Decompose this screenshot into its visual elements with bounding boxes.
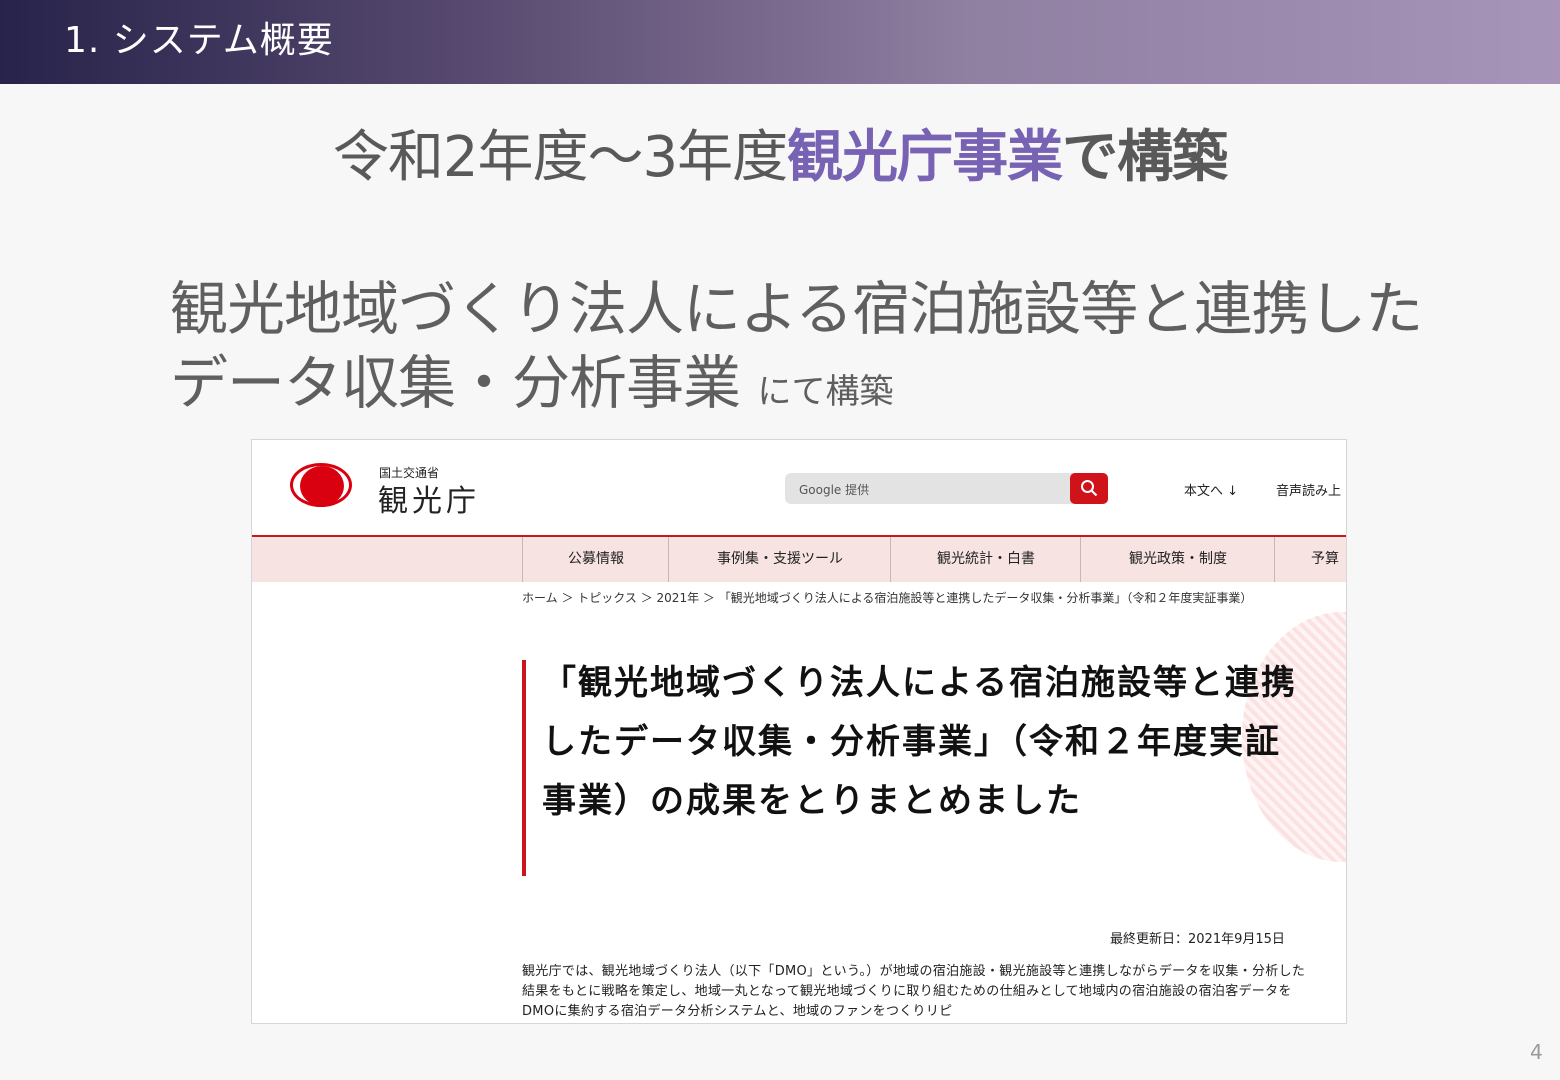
slide-subtitle: 観光地域づくり法人による宿泊施設等と連携した データ収集・分析事業 にて構築 bbox=[170, 272, 1470, 429]
subtitle-small: にて構築 bbox=[757, 372, 894, 412]
agency-name[interactable]: 観光庁 bbox=[378, 476, 480, 520]
header-title: 1. システム概要 bbox=[64, 20, 334, 61]
logo-core bbox=[300, 466, 344, 506]
global-nav: 公募情報 事例集・支援ツール 観光統計・白書 観光政策・制度 予算 bbox=[252, 537, 1346, 582]
nav-item-toukei[interactable]: 観光統計・白書 bbox=[890, 537, 1081, 582]
page-number: 4 bbox=[1530, 1040, 1543, 1064]
website-screenshot: 国土交通省 観光庁 Google 提供 本文へ ↓ 音声読み上 公募情報 事例集… bbox=[251, 439, 1347, 1024]
article-body: 観光庁では、観光地域づくり法人（以下「DMO」という。）が地域の宿泊施設・観光施… bbox=[522, 964, 1306, 1019]
slide-title: 令和2年度～3年度観光庁事業で構築 bbox=[0, 122, 1560, 194]
last-updated: 最終更新日：2021年9月15日 bbox=[1110, 932, 1285, 947]
nav-item-jireishu[interactable]: 事例集・支援ツール bbox=[668, 537, 891, 582]
search-placeholder: Google 提供 bbox=[799, 483, 870, 497]
nav-item-seisaku[interactable]: 観光政策・制度 bbox=[1080, 537, 1275, 582]
search-input[interactable]: Google 提供 bbox=[785, 473, 1075, 504]
title-part1: 令和2年度～3年度 bbox=[332, 125, 788, 190]
article-title: 「観光地域づくり法人による宿泊施設等と連携したデータ収集・分析事業」（令和２年度… bbox=[542, 663, 1297, 821]
subtitle-line2: データ収集・分析事業 bbox=[170, 349, 741, 417]
search-button[interactable] bbox=[1070, 473, 1108, 504]
header-bar: 1. システム概要 bbox=[0, 0, 1560, 84]
article-accent-bar bbox=[522, 660, 526, 876]
agency-logo-icon[interactable] bbox=[290, 463, 358, 511]
nav-item-koubo[interactable]: 公募情報 bbox=[522, 537, 669, 582]
title-highlight: 観光庁事業 bbox=[787, 125, 1063, 190]
breadcrumb[interactable]: ホーム ＞ トピックス ＞ 2021年 ＞ 「観光地域づくり法人による宿泊施設等… bbox=[522, 589, 1252, 606]
read-aloud-link[interactable]: 音声読み上 bbox=[1276, 480, 1341, 499]
subtitle-line2-wrap: データ収集・分析事業 にて構築 bbox=[170, 346, 1470, 429]
title-part2: で構築 bbox=[1062, 125, 1228, 190]
subtitle-line1: 観光地域づくり法人による宿泊施設等と連携した bbox=[170, 275, 1423, 343]
search-icon bbox=[1081, 480, 1098, 497]
skip-to-content-link[interactable]: 本文へ ↓ bbox=[1184, 480, 1238, 499]
nav-item-yosan[interactable]: 予算 bbox=[1274, 537, 1346, 582]
